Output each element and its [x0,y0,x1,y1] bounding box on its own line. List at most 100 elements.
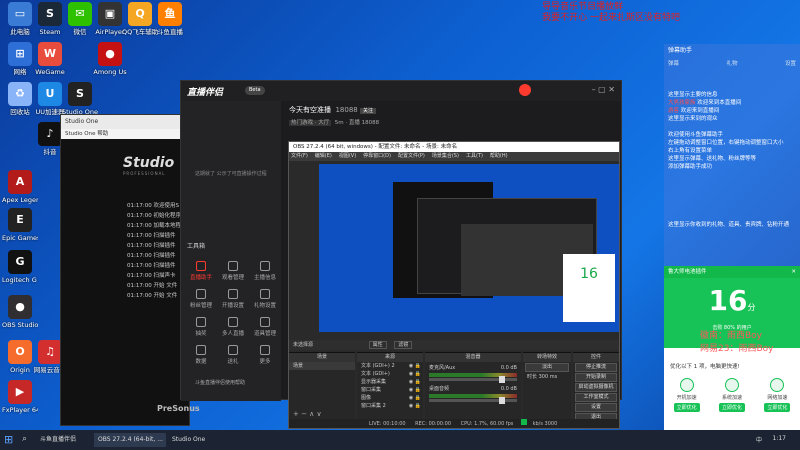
control-button[interactable]: 开始录制 [575,373,617,382]
volume-slider[interactable] [429,376,517,383]
announcement: 这期就了 公示了可直播操作过程 [195,171,267,177]
tool-multi[interactable]: 多人直播 [219,317,247,337]
desktop-icon-label: WeGame [35,68,65,76]
scene-add-remove[interactable]: + − ∧ ∨ [293,410,322,418]
desktop-icon-label: Among Us [93,68,127,76]
control-button[interactable]: 工作室模式 [575,393,617,402]
studio-one-menu[interactable]: Studio One 帮助 [61,129,189,139]
controls-title: 控件 [573,353,619,362]
optimize-icon [770,378,785,392]
obs-title: OBS 27.2.4 (64 bit, windows) - 配置文件: 未命名… [293,144,458,150]
tool-gift[interactable]: 礼物设置 [251,289,279,309]
optimize-button[interactable]: 立即优化 [764,403,791,412]
visibility-lock-icon[interactable]: ◉ 🔒 [409,362,423,370]
zhibo-header: 直播伴侣 Beta – ▢ ✕ [181,81,621,101]
obs-preview[interactable]: 16 [319,164,619,332]
volume-slider[interactable] [429,397,517,404]
obs-menu-item[interactable]: 编辑(E) [315,153,332,159]
scene-item[interactable]: 场景 [289,362,355,370]
desktop-icon[interactable]: W WeGame [32,42,68,76]
control-button[interactable]: 启动虚拟摄像机 [575,383,617,392]
source-item[interactable]: 窗口采集 2 ◉ 🔒 [357,402,423,410]
clock[interactable]: 1:17 [773,435,786,442]
volume-knob[interactable] [499,376,505,383]
avatar[interactable] [519,84,531,96]
visibility-lock-icon[interactable]: ◉ 🔒 [409,386,423,394]
task-obs[interactable]: OBS 27.2.4 (64-bit, ... [94,433,166,447]
visibility-lock-icon[interactable]: ◉ 🔒 [409,402,423,410]
desktop-icon[interactable]: 鱼斗鱼直播 [152,2,188,36]
source-item[interactable]: 显示器采集 ◉ 🔒 [357,378,423,386]
tools-header: 工具箱 [187,243,206,250]
task-studio-one[interactable]: Studio One [168,433,224,447]
studio-one-icon: S [68,82,92,106]
tool-assistant[interactable]: 直播助手 [187,261,215,281]
source-item[interactable]: 图像 ◉ 🔒 [357,394,423,402]
source-item[interactable]: 文本 (GDI+) ◉ 🔒 [357,370,423,378]
desktop-icon[interactable]: G Logitech G HUB [2,250,38,284]
control-button[interactable]: 设置 [575,403,617,412]
obs-window[interactable]: OBS 27.2.4 (64 bit, windows) - 配置文件: 未命名… [288,141,620,429]
source-item[interactable]: 文本 (GDI+) 2 ◉ 🔒 [357,362,423,370]
obs-menu-item[interactable]: 停靠窗口(D) [363,153,391,159]
log-line: 01:17:00 扫描插件 [127,253,176,259]
tool-label: 道具管理 [253,331,276,337]
optimize-button[interactable]: 立即优化 [673,403,700,412]
source-item[interactable]: 窗口采集 ◉ 🔒 [357,386,423,394]
desktop-icon[interactable]: ▶ FxPlayer 64 bit [2,380,38,414]
close-icon[interactable]: ✕ [791,266,800,278]
wechat-icon: ✉ [68,2,92,26]
tool-viewer[interactable]: 观看管理 [219,261,247,281]
window-controls[interactable]: – ▢ ✕ [592,85,615,94]
properties-button[interactable]: 属性 [368,341,387,349]
studio-one-titlebar[interactable]: Studio One [61,115,189,129]
tool-label: 抽奖 [195,331,207,337]
visibility-lock-icon[interactable]: ◉ 🔒 [409,370,423,378]
obs-menu-item[interactable]: 工具(T) [466,153,483,159]
control-button[interactable]: 停止推流 [575,363,617,372]
tool-fans[interactable]: 粉丝管理 [187,289,215,309]
mixer-db: 0.0 dB [500,365,517,371]
obs-titlebar[interactable]: OBS 27.2.4 (64 bit, windows) - 配置文件: 未命名… [289,142,619,152]
source-label: 窗口采集 2 [361,403,386,409]
obs-menu-item[interactable]: 配置文件(P) [398,153,425,159]
start-icon[interactable]: ⊞ [4,433,13,446]
desktop-icon[interactable]: A Apex Legends [2,170,38,204]
obs-menu-item[interactable]: 文件(F) [291,153,308,159]
task-zhibo[interactable]: 斗鱼直播伴侣 [36,433,92,447]
search-icon[interactable]: ⌕ [22,434,27,444]
help-link[interactable]: 斗鱼直播伴侣使用帮助 [195,379,245,386]
tool-more[interactable]: 更多 [251,345,279,365]
duration-value[interactable]: 300 ms [539,374,558,380]
tool-info[interactable]: 主播信息 [251,261,279,281]
gift-tab[interactable]: 礼物 [726,59,737,67]
volume-knob[interactable] [499,397,505,404]
tool-settings[interactable]: 开播设置 [219,289,247,309]
ime-indicator[interactable]: 中 [756,435,762,444]
studio-one-window[interactable]: Studio One Studio One 帮助 Studio PROFESSI… [60,114,200,426]
gift-icon [260,289,270,299]
lu-master-popup[interactable]: 鲁大师电池插件 ✕ 16分 击败 80% 的用户 徽南：雨西Boy 网易23：雨西… [664,266,800,434]
desktop-icon[interactable]: S Studio One [62,82,98,116]
tool-send[interactable]: 送礼 [219,345,247,365]
tool-data[interactable]: 数据 [187,345,215,365]
tool-lottery[interactable]: 抽奖 [187,317,215,337]
obs-menu-item[interactable]: 场景集合(S) [432,153,459,159]
visibility-lock-icon[interactable]: ◉ 🔒 [409,378,423,386]
douyin-icon: ♪ [38,122,62,146]
transition-select[interactable]: 淡出 [525,363,569,372]
tool-prop[interactable]: 道具管理 [251,317,279,337]
filters-button[interactable]: 滤镜 [394,341,413,349]
settings-tab[interactable]: 设置 [785,59,796,67]
obs-menu-item[interactable]: 视图(V) [339,153,356,159]
danmu-tab[interactable]: 弹幕 [668,59,679,67]
desktop-icon[interactable]: E Epic Games Launcher [2,208,38,242]
visibility-lock-icon[interactable]: ◉ 🔒 [409,394,423,402]
tool-label: 礼物设置 [253,303,276,309]
desktop-icon[interactable]: ● Among Us [92,42,128,76]
obs-menu-item[interactable]: 帮助(H) [490,153,508,159]
rec-time: REC: 00:00:00 [415,421,452,427]
optimize-button[interactable]: 立即优化 [718,403,745,412]
lottery-icon [196,317,206,327]
desktop-icon[interactable]: ● OBS Studio [2,295,38,329]
